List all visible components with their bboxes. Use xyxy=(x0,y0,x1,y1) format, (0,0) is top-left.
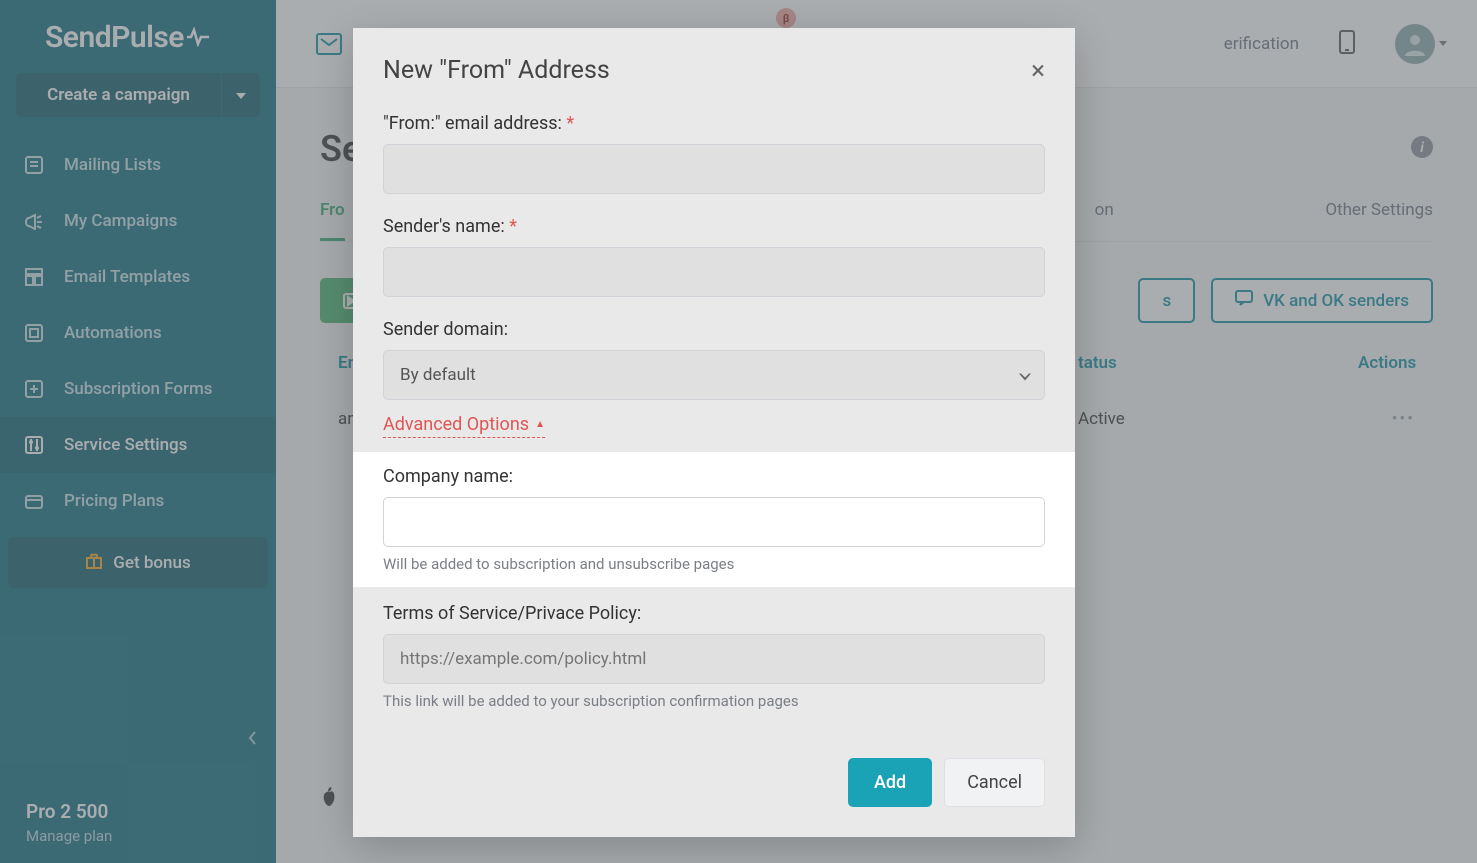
add-button[interactable]: Add xyxy=(848,758,932,807)
tos-input[interactable] xyxy=(383,634,1045,684)
company-name-input[interactable] xyxy=(383,497,1045,547)
sender-domain-label: Sender domain: xyxy=(383,319,1045,340)
company-name-label: Company name: xyxy=(383,466,1045,487)
sender-name-label: Sender's name: * xyxy=(383,216,1045,237)
from-email-input[interactable] xyxy=(383,144,1045,194)
modal-title: New "From" Address xyxy=(383,56,610,85)
cancel-button[interactable]: Cancel xyxy=(944,758,1045,807)
sender-domain-select[interactable] xyxy=(383,350,1045,400)
tos-label: Terms of Service/Privace Policy: xyxy=(383,603,1045,624)
sender-name-input[interactable] xyxy=(383,247,1045,297)
from-email-label: "From:" email address: * xyxy=(383,113,1045,134)
new-from-address-modal: New "From" Address × "From:" email addre… xyxy=(353,28,1075,837)
tos-help-text: This link will be added to your subscrip… xyxy=(383,692,1045,710)
advanced-options-toggle[interactable]: Advanced Options▲ xyxy=(383,414,545,438)
close-button[interactable]: × xyxy=(1031,58,1045,84)
company-help-text: Will be added to subscription and unsubs… xyxy=(383,555,1045,573)
caret-up-icon: ▲ xyxy=(535,419,545,430)
